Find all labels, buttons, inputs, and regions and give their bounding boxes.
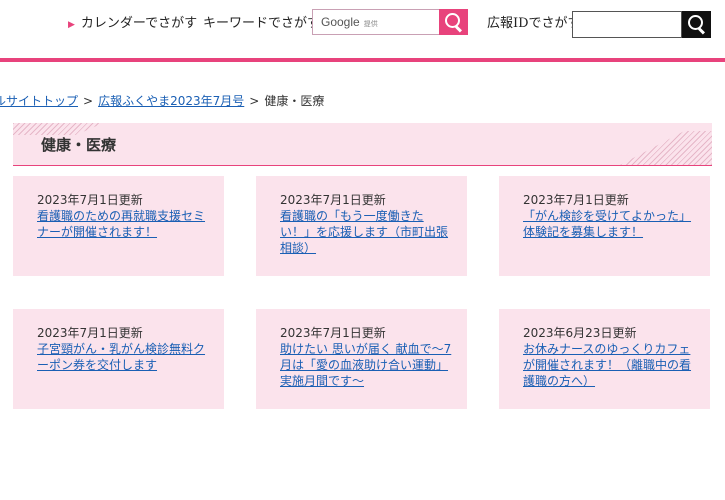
page-title-banner: 健康・医療 xyxy=(13,123,712,166)
id-search-label: 広報IDでさがす xyxy=(487,16,581,31)
article-card: 2023年7月1日更新 看護職の「もう一度働きたい！」を応援します（市町出張相談… xyxy=(256,176,467,276)
article-date: 2023年7月1日更新 xyxy=(37,326,143,340)
search-icon-handle xyxy=(697,27,706,35)
keyword-search-label: キーワードでさがす xyxy=(203,16,321,31)
google-label: Google xyxy=(321,15,360,29)
calendar-search-label: カレンダーでさがす xyxy=(80,16,198,31)
article-link[interactable]: 子宮頸がん・乳がん検診無料クーポン券を交付します xyxy=(37,341,210,373)
article-link[interactable]: 看護職の「もう一度働きたい！」を応援します（市町出張相談） xyxy=(280,208,453,256)
breadcrumb: ルサイトトップ > 広報ふくやま2023年7月号 > 健康・医療 xyxy=(0,92,324,109)
article-date: 2023年6月23日更新 xyxy=(523,326,637,340)
id-search-button[interactable] xyxy=(682,11,711,38)
google-provided-label: 提供 xyxy=(363,21,378,28)
page-title: 健康・医療 xyxy=(41,136,117,154)
hatch-decoration-right xyxy=(620,131,712,165)
header-divider xyxy=(0,58,725,62)
site-header: ▶ カレンダーでさがす キーワードでさがす Google 提供 広報IDでさがす xyxy=(0,0,725,58)
article-link[interactable]: 助けたい 思いが届く 献血で〜7月は「愛の血液助け合い運動」実施月間です〜 xyxy=(280,341,453,389)
article-date: 2023年7月1日更新 xyxy=(280,326,386,340)
triangle-right-icon: ▶ xyxy=(68,20,75,30)
article-link[interactable]: 「がん検診を受けてよかった」体験記を募集します！ xyxy=(523,208,696,240)
article-card: 2023年7月1日更新 看護職のための再就職支援セミナーが開催されます！ xyxy=(13,176,224,276)
google-branding: Google 提供 xyxy=(321,15,378,29)
keyword-search-button[interactable] xyxy=(439,9,468,35)
article-date: 2023年7月1日更新 xyxy=(280,193,386,207)
breadcrumb-link-issue[interactable]: 広報ふくやま2023年7月号 xyxy=(98,94,244,108)
article-card: 2023年7月1日更新 子宮頸がん・乳がん検診無料クーポン券を交付します xyxy=(13,309,224,409)
keyword-search-input[interactable]: Google 提供 xyxy=(312,9,440,35)
article-link[interactable]: 看護職のための再就職支援セミナーが開催されます！ xyxy=(37,208,210,240)
article-card: 2023年6月23日更新 お休みナースのゆっくりカフェが開催されます！（離職中の… xyxy=(499,309,710,409)
article-date: 2023年7月1日更新 xyxy=(523,193,629,207)
calendar-search-link[interactable]: ▶ カレンダーでさがす xyxy=(68,12,197,31)
article-link[interactable]: お休みナースのゆっくりカフェが開催されます！（離職中の看護職の方へ） xyxy=(523,341,696,389)
article-card: 2023年7月1日更新 助けたい 思いが届く 献血で〜7月は「愛の血液助け合い運… xyxy=(256,309,467,409)
breadcrumb-separator: > xyxy=(249,94,260,108)
breadcrumb-current: 健康・医療 xyxy=(264,94,325,108)
search-icon-handle xyxy=(454,25,463,33)
article-card: 2023年7月1日更新 「がん検診を受けてよかった」体験記を募集します！ xyxy=(499,176,710,276)
breadcrumb-link-top[interactable]: ルサイトトップ xyxy=(0,94,78,108)
id-search-input[interactable] xyxy=(572,11,682,38)
article-date: 2023年7月1日更新 xyxy=(37,193,143,207)
breadcrumb-separator: > xyxy=(83,94,94,108)
